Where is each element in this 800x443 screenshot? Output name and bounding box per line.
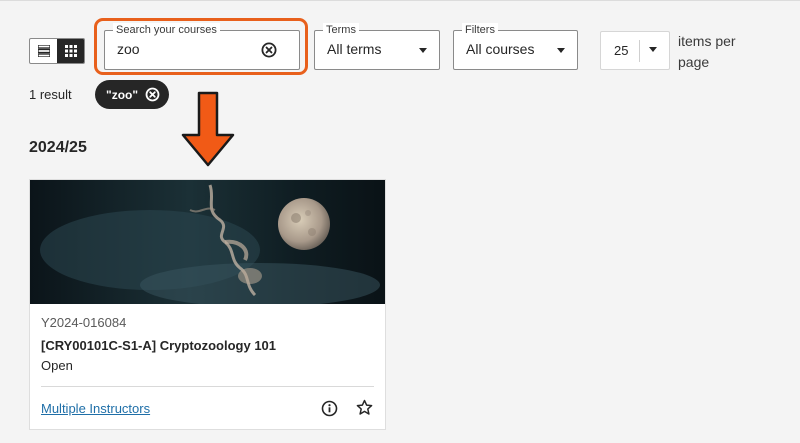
items-per-page-select[interactable]: 25 [600,31,670,70]
terms-value: All terms [327,41,382,57]
items-per-page-label: items per page [678,33,736,70]
course-card[interactable]: Y2024-016084 [CRY00101C-S1-A] Cryptozool… [29,179,386,430]
chevron-down-icon [419,48,427,53]
search-input[interactable]: zoo [117,41,140,57]
terms-label: Terms [323,23,359,37]
term-heading: 2024/25 [29,139,87,156]
grid-view-button[interactable] [57,39,84,63]
card-divider [41,386,374,387]
top-border [0,0,800,1]
view-toggle [29,38,85,64]
search-field[interactable]: Search your courses zoo [104,23,300,70]
star-outline-icon[interactable] [356,399,373,416]
instructors-link[interactable]: Multiple Instructors [41,401,150,416]
items-per-page-value: 25 [614,43,629,58]
divider [639,40,640,62]
chevron-down-icon [557,48,565,53]
result-count: 1 result [29,87,72,102]
list-view-icon [37,45,50,57]
course-banner-image [30,180,385,304]
filters-label: Filters [462,23,498,37]
course-status: Open [41,358,73,373]
filters-value: All courses [466,41,535,57]
terms-select[interactable]: Terms All terms [314,23,440,70]
clear-circle-x-icon[interactable] [261,42,277,58]
filters-select[interactable]: Filters All courses [453,23,578,70]
grid-view-icon [64,45,77,57]
search-label: Search your courses [113,23,220,37]
chip-label: "zoo" [106,87,139,102]
remove-filter-icon[interactable] [145,87,160,102]
info-icon[interactable] [321,400,338,417]
list-view-button[interactable] [30,39,57,63]
chevron-down-icon [649,47,657,52]
course-title[interactable]: [CRY00101C-S1-A] Cryptozoology 101 [41,338,276,353]
search-filter-chip[interactable]: "zoo" [95,80,169,109]
course-id: Y2024-016084 [41,315,127,330]
down-arrow-icon [181,91,235,167]
